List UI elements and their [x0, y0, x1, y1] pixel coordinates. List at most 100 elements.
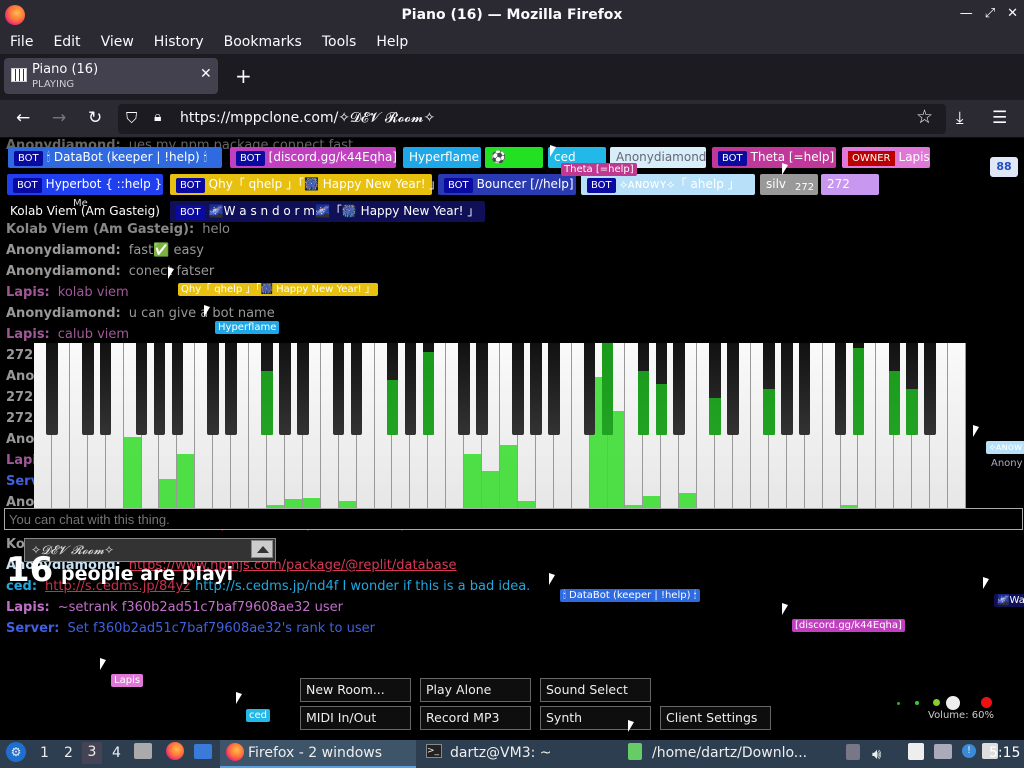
lock-icon[interactable]: 🔒︎	[154, 109, 161, 125]
piano-black-key[interactable]	[781, 343, 793, 435]
display-icon[interactable]	[934, 744, 952, 759]
piano-black-key[interactable]	[601, 343, 614, 435]
client-settings-button[interactable]: Client Settings	[660, 706, 771, 730]
menu-edit[interactable]: Edit	[53, 34, 80, 50]
volume-tray-icon[interactable]: 🔊︎	[872, 745, 881, 763]
user-tag[interactable]: OWNER Lapis	[842, 147, 930, 168]
room-dropdown-arrow-icon[interactable]	[251, 540, 273, 558]
piano-black-key[interactable]	[153, 343, 166, 435]
reload-icon[interactable]: ↻	[88, 108, 102, 128]
piano-black-key[interactable]	[727, 343, 739, 435]
window-launcher-icon[interactable]	[194, 744, 212, 759]
piano-black-key[interactable]	[906, 343, 918, 435]
piano-black-key[interactable]	[512, 343, 524, 435]
menu-view[interactable]: View	[101, 34, 134, 50]
piano-black-key[interactable]	[852, 343, 865, 435]
url-text[interactable]: https://mppclone.com/✧𝓓𝓔𝓥 𝓡𝓸𝓸𝓶✧	[180, 110, 435, 126]
sync-badge[interactable]: 88	[990, 157, 1018, 177]
piano-black-key[interactable]	[297, 343, 309, 435]
new-tab-icon[interactable]: +	[235, 64, 252, 88]
start-menu-icon[interactable]: ⚙	[6, 742, 26, 762]
user-tag[interactable]: ⚽	[485, 147, 543, 168]
piano-black-key[interactable]	[673, 343, 685, 435]
forward-icon[interactable]: →	[52, 108, 66, 128]
piano-black-key[interactable]	[332, 343, 345, 435]
menu-file[interactable]: File	[10, 34, 33, 50]
user-tag[interactable]: BOT 🌌W a s n d o r m🌌「🎆 Happy New Year! 」	[170, 201, 486, 222]
piano-black-key[interactable]	[99, 343, 112, 435]
piano-black-key[interactable]	[225, 343, 237, 435]
bookmark-star-icon[interactable]: ☆	[916, 106, 933, 128]
piano-black-key[interactable]	[135, 343, 148, 435]
user-tag[interactable]: Hyperflame	[403, 147, 481, 168]
play-alone-button[interactable]: Play Alone	[420, 678, 531, 702]
piano-black-key[interactable]	[709, 343, 721, 435]
user-tag[interactable]: BOT Hyperbot { ::help }	[7, 174, 163, 195]
piano-black-key[interactable]	[422, 343, 435, 435]
user-tag[interactable]: BOT Qhy「 qhelp 」「🎆 Happy New Year! 」	[170, 174, 441, 195]
piano-black-key[interactable]	[46, 343, 58, 435]
sound-select-button[interactable]: Sound Select	[540, 678, 651, 702]
piano-black-key[interactable]	[261, 343, 273, 435]
shield-icon[interactable]: ⛉	[126, 109, 137, 127]
piano-black-key[interactable]	[386, 343, 399, 435]
workspace-3[interactable]: 3	[82, 742, 102, 764]
piano-keyboard[interactable]	[34, 343, 966, 513]
midi-button[interactable]: MIDI In/Out	[300, 706, 411, 730]
piano-black-key[interactable]	[279, 343, 291, 435]
menu-help[interactable]: Help	[376, 34, 408, 50]
downloads-icon[interactable]: ⤓	[956, 108, 964, 128]
piano-black-key[interactable]	[763, 343, 775, 435]
room-selector[interactable]: ✧𝓓𝓔𝓥 𝓡𝓸𝓸𝓶✧	[24, 538, 276, 562]
piano-black-key[interactable]	[888, 343, 901, 435]
volume-knob[interactable]	[946, 696, 960, 710]
taskbar-terminal-label[interactable]: dartz@VM3: ~	[450, 745, 552, 761]
user-tag[interactable]: BOT [discord.gg/k44Eqha]	[230, 147, 397, 168]
firefox-launcher-icon[interactable]	[166, 742, 184, 760]
menu-tools[interactable]: Tools	[322, 34, 357, 50]
close-icon[interactable]: ✕	[1007, 6, 1018, 21]
record-mp3-button[interactable]: Record MP3	[420, 706, 531, 730]
workspace-2[interactable]: 2	[64, 745, 73, 761]
user-tag[interactable]: BOT Theta [=help]	[712, 147, 836, 168]
notification-icon[interactable]: !	[962, 744, 976, 758]
piano-black-key[interactable]	[476, 343, 488, 435]
url-bar[interactable]: ⛉ 🔒︎ https://mppclone.com/✧𝓓𝓔𝓥 𝓡𝓸𝓸𝓶✧	[118, 104, 946, 134]
piano-white-key[interactable]	[948, 343, 966, 513]
synth-button[interactable]: Synth	[540, 706, 651, 730]
maximize-icon[interactable]: ⤢	[985, 6, 995, 21]
piano-black-key[interactable]	[924, 343, 936, 435]
piano-black-key[interactable]	[404, 343, 417, 435]
piano-black-key[interactable]	[655, 343, 668, 435]
user-tag[interactable]: BOT 🕯 DataBot (keeper | !help) 🕯	[8, 147, 222, 168]
piano-black-key[interactable]	[207, 343, 219, 435]
piano-black-key[interactable]	[350, 343, 363, 435]
tab-piano[interactable]: Piano (16) PLAYING ✕	[4, 58, 218, 94]
tray-lock-icon[interactable]	[846, 744, 860, 760]
taskbar-folder-label[interactable]: /home/dartz/Downlo...	[652, 745, 807, 761]
piano-black-key[interactable]	[548, 343, 560, 435]
piano-black-key[interactable]	[798, 343, 811, 435]
workspace-4[interactable]: 4	[112, 745, 121, 761]
menu-history[interactable]: History	[154, 34, 204, 50]
piano-black-key[interactable]	[82, 343, 94, 435]
app-menu-icon[interactable]: ☰	[992, 108, 1007, 128]
user-tag[interactable]: BOT ⟡ᴀɴᴏᴡʏ⟡「 ahelp 」	[581, 174, 755, 195]
piano-black-key[interactable]	[637, 343, 650, 435]
files-icon[interactable]	[134, 743, 152, 759]
clipboard-icon[interactable]	[908, 743, 924, 760]
piano-black-key[interactable]	[583, 343, 596, 435]
piano-black-key[interactable]	[530, 343, 542, 435]
menu-bookmarks[interactable]: Bookmarks	[224, 34, 302, 50]
workspace-1[interactable]: 1	[40, 745, 49, 761]
user-tag[interactable]: 272	[821, 174, 879, 195]
chat-input[interactable]	[4, 508, 1023, 530]
new-room-button[interactable]: New Room...	[300, 678, 411, 702]
back-icon[interactable]: ←	[16, 108, 30, 128]
piano-black-key[interactable]	[458, 343, 470, 435]
minimize-icon[interactable]: —	[960, 6, 973, 21]
piano-black-key[interactable]	[171, 343, 184, 435]
tab-close-icon[interactable]: ✕	[200, 66, 212, 82]
piano-black-key[interactable]	[834, 343, 847, 435]
user-tag[interactable]: BOT Bouncer [//help]	[438, 174, 576, 195]
